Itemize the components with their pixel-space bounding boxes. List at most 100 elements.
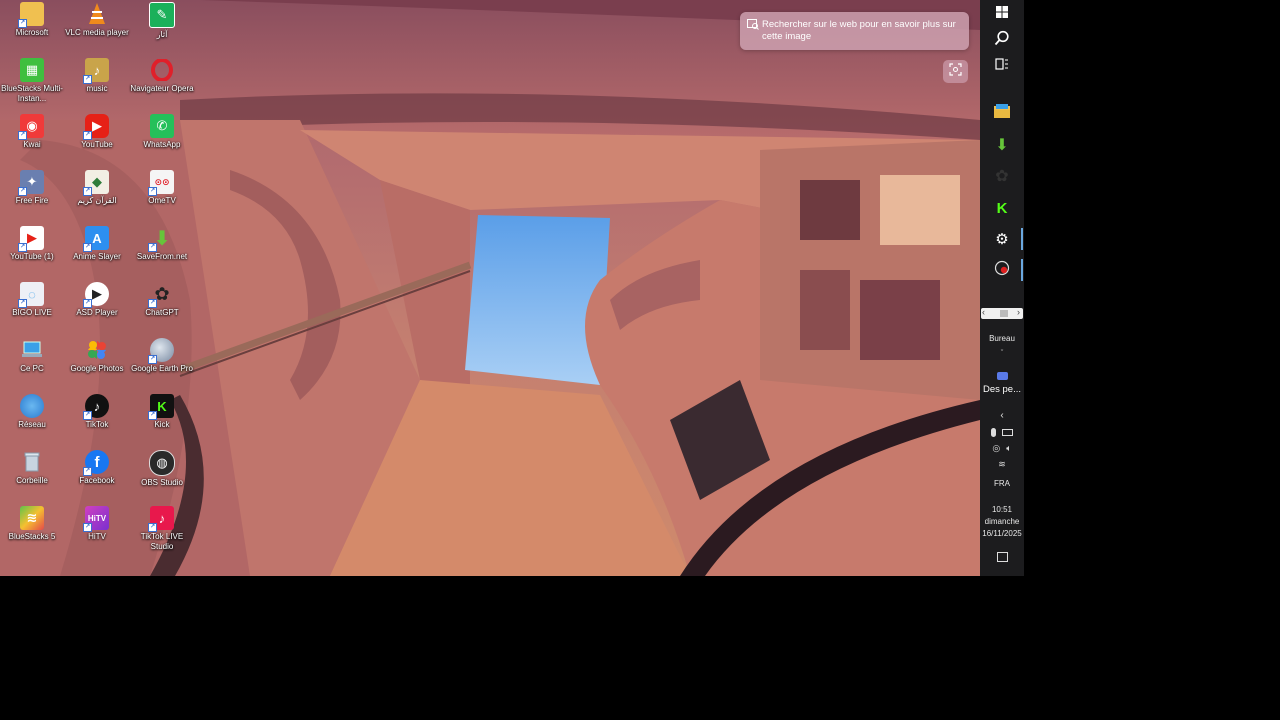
battery-icon[interactable] <box>1002 428 1013 436</box>
desktop-icon-label: Microsoft <box>15 28 49 37</box>
obs-icon: ◍ <box>149 450 175 476</box>
desktop-icon-label: Kwai <box>23 140 41 149</box>
desktop-icon-bluestacks-multi[interactable]: ▦ BlueStacks Multi-Instan... <box>0 58 64 112</box>
search-button[interactable] <box>980 30 1024 50</box>
desktop-icon-opera[interactable]: Navigateur Opera <box>130 58 194 112</box>
taskbar-savefrom[interactable]: ⬇ <box>980 134 1024 156</box>
desktop-icon-youtube-1[interactable]: ▶ ↗ YouTube (1) <box>0 226 64 280</box>
desktop-icon-athar[interactable]: ✎ آثار <box>130 2 194 56</box>
desktop-icon-label: OBS Studio <box>141 478 183 487</box>
desktop-icon-facebook[interactable]: f ↗ Facebook <box>65 450 129 504</box>
desktop-icon-label: YouTube (1) <box>10 252 54 261</box>
widget-button[interactable] <box>980 370 1024 382</box>
desktop-icon-quran[interactable]: ◆ ↗ القرآن كريم <box>65 170 129 224</box>
bluestacks-layers-icon: ≋ <box>20 506 44 530</box>
desktop-icon-ce-pc[interactable]: Ce PC <box>0 338 64 392</box>
ometv-icon: ⊙⊙ ↗ <box>148 170 174 196</box>
folder-icon: ↗ <box>18 2 44 28</box>
desktop-icon-label: Facebook <box>79 476 115 485</box>
taskbar-chatgpt[interactable]: ✿ <box>980 165 1024 187</box>
desktop-icon-youtube[interactable]: ▶ ↗ YouTube <box>65 114 129 168</box>
desktop-icon-bigo-live[interactable]: ◌ ↗ BIGO LIVE <box>0 282 64 336</box>
desktop-icon-kick[interactable]: K ↗ Kick <box>130 394 194 448</box>
taskbar-recorder[interactable] <box>980 259 1024 281</box>
desktop-icon-corbeille[interactable]: Corbeille <box>0 450 64 504</box>
taskbar-file-explorer[interactable] <box>980 102 1024 124</box>
vertical-taskbar: ⬇ ✿ K ⚙ ‹ › Bureau ˇ Des pe... ‹ ◎ 🔈︎ ≋ … <box>980 0 1024 576</box>
desktop-icon-ometv[interactable]: ⊙⊙ ↗ OmeTV <box>130 170 194 224</box>
desktop-icon-music[interactable]: ♪ ↗ music <box>65 58 129 112</box>
desktop-icon-free-fire[interactable]: ✦ ↗ Free Fire <box>0 170 64 224</box>
wifi-icon[interactable]: ≋ <box>998 459 1006 470</box>
microphone-icon[interactable] <box>991 427 996 437</box>
widget-icon <box>996 372 1008 380</box>
desktop-icon-tiktok-live-studio[interactable]: ♪ ↗ TikTok LIVE Studio <box>130 506 194 560</box>
desktop-icon-google-earth-pro[interactable]: ↗ Google Earth Pro <box>130 338 194 392</box>
desktop-icon-label: ChatGPT <box>145 308 179 317</box>
desktop-icon-label: YouTube <box>81 140 113 149</box>
notification-button[interactable] <box>980 550 1024 564</box>
task-view-icon <box>995 57 1009 75</box>
desktop-icon-chatgpt[interactable]: ✿ ↗ ChatGPT <box>130 282 194 336</box>
chevron-down-icon[interactable]: ˇ <box>980 350 1024 357</box>
location-icon[interactable]: ◎ <box>992 443 1000 454</box>
desktop-icon-savefrom[interactable]: ⬇ ↗ SaveFrom.net <box>130 226 194 280</box>
desktop-icon-microsoft[interactable]: ↗ Microsoft <box>0 2 64 56</box>
clock-day[interactable]: dimanche <box>980 517 1024 526</box>
clock-date[interactable]: 16/11/2025 <box>980 529 1024 538</box>
active-indicator <box>1021 259 1023 281</box>
desktop-icon-kwai[interactable]: ◉ ↗ Kwai <box>0 114 64 168</box>
desktop-icon-reseau[interactable]: Réseau <box>0 394 64 448</box>
desktop-icon-hitv[interactable]: HiTV ↗ HiTV <box>65 506 129 560</box>
desktop-icon-label: BlueStacks Multi-Instan... <box>1 84 63 103</box>
tray-row-2: ◎ 🔈︎ <box>980 442 1024 454</box>
show-hidden-icons-button[interactable]: ‹ <box>980 410 1024 421</box>
desktop-icon-bluestacks-5[interactable]: ≋ BlueStacks 5 <box>0 506 64 560</box>
desktop-icon-tiktok[interactable]: ♪ ↗ TikTok <box>65 394 129 448</box>
language-indicator[interactable]: FRA <box>980 479 1024 488</box>
desktop-icon-label: ASD Player <box>76 308 118 317</box>
speaker-icon[interactable]: 🔈︎ <box>1006 443 1011 454</box>
opera-icon <box>150 58 174 82</box>
music-folder-icon: ♪ ↗ <box>83 58 109 84</box>
desktop-icon-label: BlueStacks 5 <box>8 532 56 541</box>
taskbar-settings[interactable]: ⚙ <box>980 228 1024 250</box>
visual-search-tooltip[interactable]: Rechercher sur le web pour en savoir plu… <box>740 12 969 50</box>
recycle-bin-icon <box>20 450 44 474</box>
desktop-icon-vlc[interactable]: VLC media player <box>65 2 129 56</box>
desktop-icon-label: Corbeille <box>16 476 48 485</box>
tiktok-live-icon: ♪ ↗ <box>148 506 174 532</box>
desktop-icon-label: Free Fire <box>15 196 49 205</box>
camera-lens-icon <box>949 62 962 81</box>
desktop-icon-label: TikTok <box>85 420 109 429</box>
youtube-icon: ▶ ↗ <box>83 114 109 140</box>
desktop-icon-label: VLC media player <box>65 28 129 37</box>
desktop-icon-label: Google Earth Pro <box>131 364 193 373</box>
search-icon <box>994 30 1010 51</box>
start-button[interactable] <box>980 5 1024 23</box>
download-arrow-icon: ⬇ ↗ <box>148 227 171 252</box>
free-fire-icon: ✦ ↗ <box>18 170 44 196</box>
desktop-icon-asd-player[interactable]: ▶ ↗ ASD Player <box>65 282 129 336</box>
desktop-icon-label: Anime Slayer <box>73 252 121 261</box>
desktop-icon-obs-studio[interactable]: ◍ OBS Studio <box>130 450 194 504</box>
kick-logo-icon: K ↗ <box>148 394 174 420</box>
vlc-cone-icon <box>85 2 109 26</box>
widget-label[interactable]: Des pe... <box>980 384 1024 395</box>
globe-icon: ↗ <box>148 338 174 364</box>
desktop-icon-google-photos[interactable]: Google Photos <box>65 338 129 392</box>
task-view-button[interactable] <box>980 57 1024 75</box>
desktop-icon-label: SaveFrom.net <box>136 252 188 261</box>
clock-time[interactable]: 10:51 <box>980 505 1024 514</box>
scroll-thumb[interactable] <box>1000 310 1008 317</box>
chevron-left-icon: ‹ <box>982 307 985 317</box>
visual-search-lens-button[interactable] <box>943 60 968 83</box>
desktop-icon-label: القرآن كريم <box>77 196 117 205</box>
desktop-label[interactable]: Bureau <box>980 334 1024 343</box>
hitv-icon: HiTV ↗ <box>83 506 109 532</box>
desktop-icon-whatsapp[interactable]: ✆ WhatsApp <box>130 114 194 168</box>
taskbar-scrollbar[interactable]: ‹ › <box>981 307 1023 319</box>
taskbar-kick[interactable]: K <box>980 197 1024 219</box>
desktop-icon-label: Google Photos <box>70 364 124 373</box>
desktop-icon-anime-slayer[interactable]: A ↗ Anime Slayer <box>65 226 129 280</box>
